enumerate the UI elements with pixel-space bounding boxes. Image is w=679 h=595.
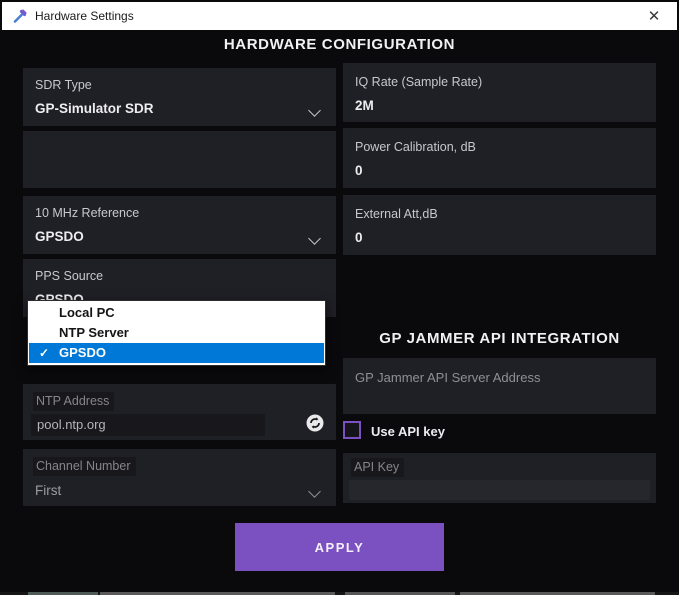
external-att-label: External Att,dB bbox=[355, 207, 438, 221]
chevron-down-icon bbox=[308, 232, 321, 245]
channel-number-field[interactable]: Channel Number First bbox=[23, 449, 336, 506]
ntp-address-field: NTP Address pool.ntp.org bbox=[23, 384, 336, 440]
sdr-type-label: SDR Type bbox=[35, 78, 92, 92]
power-calibration-label: Power Calibration, dB bbox=[355, 140, 476, 154]
power-calibration-value: 0 bbox=[355, 163, 363, 178]
channel-number-value: First bbox=[35, 483, 62, 498]
api-server-address-field[interactable]: GP Jammer API Server Address bbox=[343, 358, 656, 414]
ntp-address-input[interactable]: pool.ntp.org bbox=[31, 414, 265, 436]
api-key-field: API Key bbox=[343, 453, 656, 503]
iq-rate-value: 2M bbox=[355, 98, 374, 113]
chevron-down-icon bbox=[308, 104, 321, 117]
dropdown-item-gpsdo-label: GPSDO bbox=[59, 345, 106, 360]
sync-button[interactable] bbox=[306, 414, 324, 432]
channel-number-label: Channel Number bbox=[33, 457, 136, 476]
pps-source-dropdown-menu: Local PC NTP Server ✓ GPSDO bbox=[27, 300, 326, 366]
dropdown-item-local-pc[interactable]: Local PC bbox=[29, 303, 324, 323]
ref-10mhz-value: GPSDO bbox=[35, 229, 84, 244]
api-key-input[interactable] bbox=[349, 480, 650, 500]
dropdown-item-gpsdo[interactable]: ✓ GPSDO bbox=[29, 343, 324, 363]
title-bar: Hardware Settings ✕ bbox=[2, 2, 677, 30]
external-att-field[interactable]: External Att,dB 0 bbox=[343, 195, 656, 255]
close-button[interactable]: ✕ bbox=[631, 2, 677, 30]
page-title: HARDWARE CONFIGURATION bbox=[223, 36, 456, 53]
wrench-icon bbox=[13, 9, 27, 23]
power-calibration-field[interactable]: Power Calibration, dB 0 bbox=[343, 128, 656, 188]
iq-rate-field[interactable]: IQ Rate (Sample Rate) 2M bbox=[343, 63, 656, 122]
sdr-type-value: GP-Simulator SDR bbox=[35, 101, 154, 116]
api-server-address-placeholder: GP Jammer API Server Address bbox=[355, 370, 541, 385]
chevron-down-icon bbox=[308, 485, 321, 498]
apply-button[interactable]: APPLY bbox=[235, 523, 444, 571]
check-icon: ✓ bbox=[39, 346, 50, 360]
ref-10mhz-label: 10 MHz Reference bbox=[35, 206, 140, 220]
sdr-type-field[interactable]: SDR Type GP-Simulator SDR bbox=[23, 68, 336, 126]
dropdown-item-ntp-server[interactable]: NTP Server bbox=[29, 323, 324, 343]
hardware-settings-dialog: Hardware Settings ✕ HARDWARE CONFIGURATI… bbox=[0, 0, 679, 595]
use-api-key-label: Use API key bbox=[371, 424, 445, 439]
sync-icon bbox=[306, 414, 324, 432]
pps-source-label: PPS Source bbox=[35, 269, 104, 283]
external-att-value: 0 bbox=[355, 230, 363, 245]
window-title: Hardware Settings bbox=[35, 9, 134, 23]
empty-field bbox=[23, 131, 336, 188]
ntp-address-label: NTP Address bbox=[33, 392, 115, 411]
use-api-key-checkbox[interactable] bbox=[343, 421, 361, 439]
api-integration-heading: GP JAMMER API INTEGRATION bbox=[379, 330, 620, 347]
api-key-label: API Key bbox=[351, 458, 405, 477]
ref-10mhz-field[interactable]: 10 MHz Reference GPSDO bbox=[23, 196, 336, 254]
iq-rate-label: IQ Rate (Sample Rate) bbox=[355, 75, 483, 89]
